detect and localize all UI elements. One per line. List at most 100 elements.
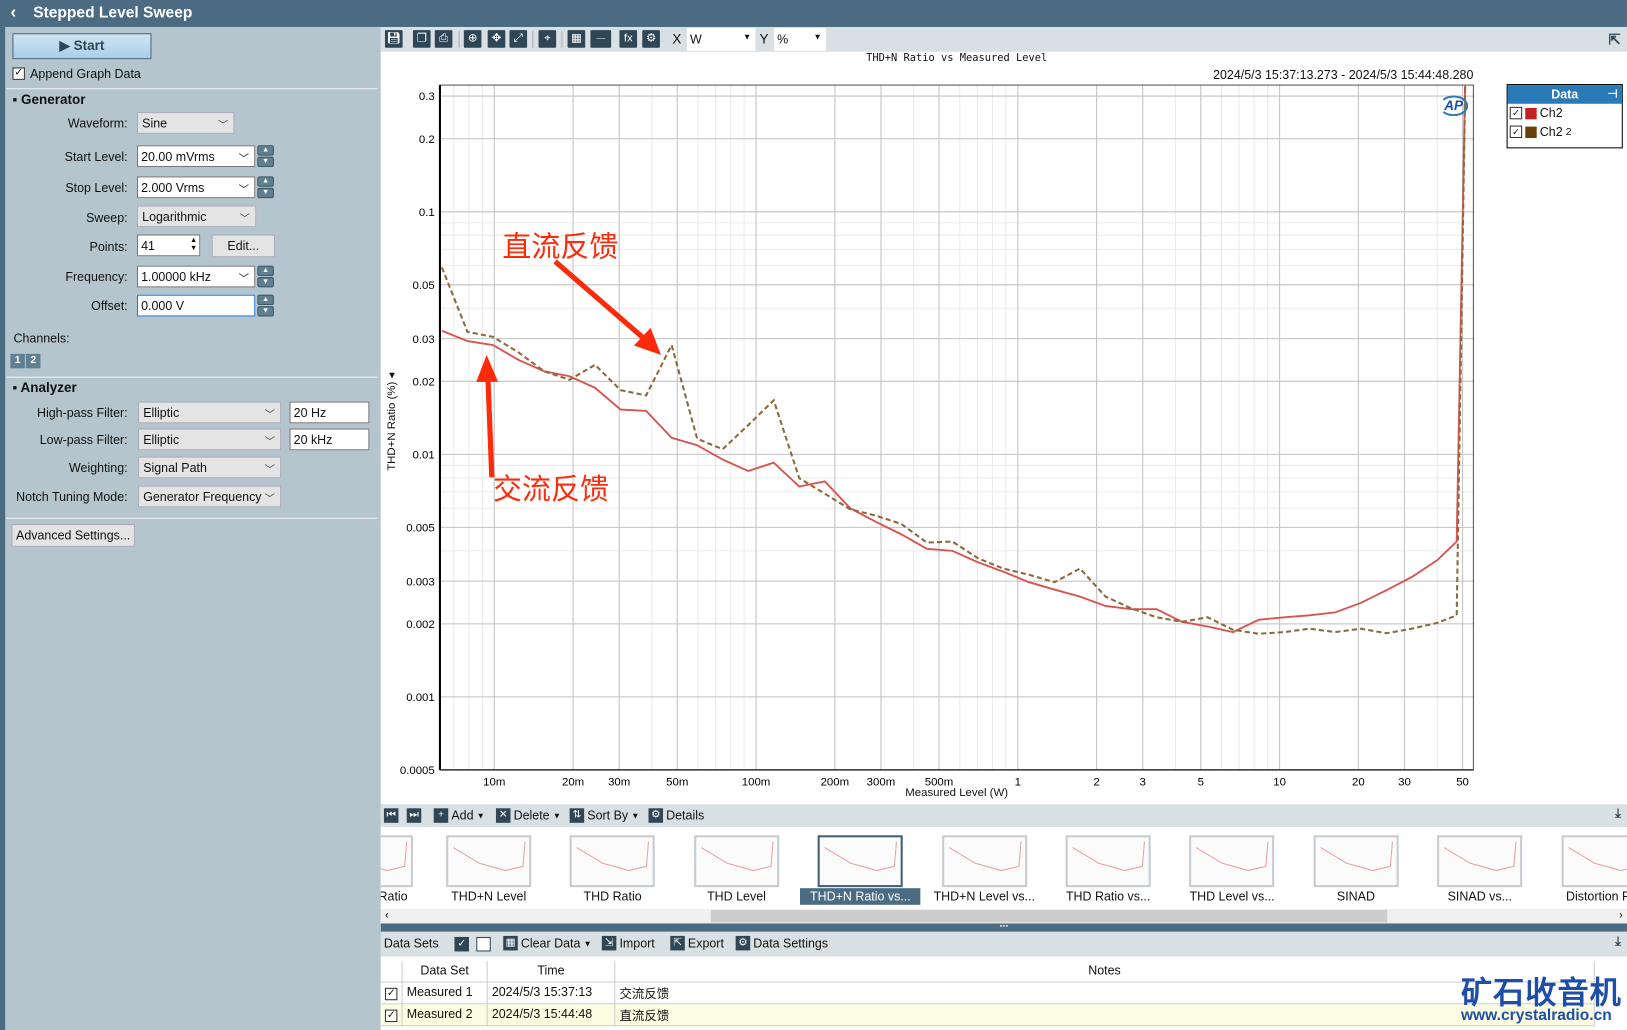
- thumbnail-preview: [1320, 841, 1393, 872]
- back-icon[interactable]: ‹: [10, 2, 16, 23]
- data-settings-button[interactable]: ⚙ Data Settings: [735, 935, 828, 951]
- uncheck-all-icon[interactable]: [476, 936, 491, 952]
- delete-button[interactable]: ✕ Delete ▼: [495, 808, 561, 823]
- analyzer-header: ▪ Analyzer: [12, 379, 77, 396]
- thd-n-chart[interactable]: 10m 20m 30m 50m 100m 200m 300m 500m 1 2 3 5 10 20 30 50…: [381, 52, 1533, 804]
- thumbnail[interactable]: [1437, 835, 1523, 888]
- legend: Data ⊣ ✓ Ch2 ✓ Ch2 2: [1506, 84, 1623, 149]
- column-header-notes[interactable]: Notes: [615, 960, 1595, 983]
- scroll-thumb[interactable]: [710, 909, 1388, 923]
- x-tick-label: 50m: [666, 776, 688, 788]
- x-tick-label: 3: [1140, 776, 1146, 788]
- thumbnail-label[interactable]: SINAD: [1296, 888, 1416, 905]
- high-pass-frequency-input[interactable]: 20 Hz: [289, 401, 370, 424]
- thumbnail-label[interactable]: THD Ratio vs...: [1048, 888, 1168, 905]
- save-icon[interactable]: 💾︎: [384, 30, 403, 48]
- thumbnail-label[interactable]: THD+N Ratio vs...: [800, 888, 921, 905]
- frequency-input[interactable]: 1.00000 kHz ﹀: [136, 265, 256, 288]
- channel-1-button[interactable]: 1: [10, 353, 25, 369]
- y-unit-select[interactable]: % ▼: [774, 28, 826, 51]
- gear-icon[interactable]: ⚙: [642, 30, 660, 48]
- cursor-icon[interactable]: ⌖: [538, 30, 557, 48]
- channel-2-button[interactable]: 2: [25, 353, 41, 369]
- thumbnail[interactable]: [1065, 835, 1151, 888]
- sweep-select[interactable]: Logarithmic ﹀: [136, 205, 257, 228]
- start-level-input[interactable]: 20.00 mVrms ﹀: [136, 145, 256, 168]
- row-checkbox[interactable]: ✓: [384, 987, 398, 1001]
- sort-by-button[interactable]: ⇅ Sort By ▼: [569, 808, 639, 823]
- row-notes[interactable]: 交流反馈: [615, 982, 1595, 1005]
- thumbnail-label[interactable]: THD Ratio: [552, 888, 672, 905]
- weighting-select[interactable]: Signal Path ﹀: [138, 456, 282, 479]
- function-icon[interactable]: fx: [619, 30, 638, 48]
- x-unit-select[interactable]: W ▼: [686, 28, 756, 51]
- thumbnail[interactable]: [1313, 835, 1399, 888]
- zoom-icon[interactable]: ⊕: [463, 30, 482, 48]
- fit-icon[interactable]: ⤢: [509, 30, 528, 48]
- thumbnail-label[interactable]: THD+N Level: [429, 888, 549, 905]
- low-pass-select[interactable]: Elliptic ﹀: [138, 428, 282, 451]
- stop-level-input[interactable]: 2.000 Vrms ﹀: [136, 176, 256, 199]
- graph-style-icon[interactable]: ⏤: [590, 30, 612, 48]
- thumbnail-label[interactable]: THD Level: [676, 888, 796, 905]
- thumbnail-label[interactable]: SINAD vs...: [1420, 888, 1540, 905]
- legend-item[interactable]: ✓ Ch2 2: [1508, 122, 1622, 141]
- thumbnail-label[interactable]: THD+N Ratio: [381, 888, 431, 905]
- offset-stepper[interactable]: ▲ ▼: [257, 294, 274, 318]
- pin-icon[interactable]: ⊣: [1608, 85, 1618, 104]
- column-header-time[interactable]: Time: [488, 960, 616, 983]
- start-button[interactable]: ▶ Start: [12, 33, 152, 60]
- notch-tuning-select[interactable]: Generator Frequency ﹀: [138, 485, 282, 508]
- row-checkbox[interactable]: ✓: [384, 1009, 398, 1023]
- start-level-stepper[interactable]: ▲ ▼: [257, 145, 274, 168]
- export-button[interactable]: ⇱ Export: [670, 935, 724, 951]
- row-notes[interactable]: 直流反馈: [615, 1004, 1595, 1027]
- high-pass-select[interactable]: Elliptic ﹀: [138, 401, 282, 424]
- thumbnail[interactable]: [817, 835, 903, 888]
- offset-input[interactable]: 0.000 V: [136, 294, 256, 317]
- first-icon[interactable]: ⏮: [383, 808, 399, 823]
- clear-data-button[interactable]: ▦ Clear Data ▼: [503, 935, 592, 951]
- thumbnail[interactable]: [570, 835, 656, 888]
- thumbnail-label[interactable]: THD Level vs...: [1172, 888, 1292, 905]
- table-row[interactable]: ✓ Measured 1 2024/5/3 15:37:13 交流反馈: [380, 982, 1595, 1005]
- dock-icon[interactable]: ⤓: [1615, 934, 1621, 950]
- gear-icon: ⚙: [648, 808, 664, 823]
- last-icon[interactable]: ⏭: [406, 808, 422, 823]
- splitter[interactable]: •••: [380, 922, 1627, 932]
- print-icon[interactable]: ⎙: [434, 30, 453, 48]
- dock-icon[interactable]: ⤓: [1615, 806, 1621, 822]
- thumbnail[interactable]: [1189, 835, 1275, 888]
- table-row[interactable]: ✓ Measured 2 2024/5/3 15:44:48 直流反馈: [380, 1004, 1595, 1027]
- low-pass-frequency-input[interactable]: 20 kHz: [289, 428, 370, 451]
- plus-icon: +: [433, 808, 449, 823]
- thumbnail[interactable]: [1561, 835, 1627, 888]
- legend-item[interactable]: ✓ Ch2: [1508, 104, 1622, 123]
- y-tick-label: 0.2: [419, 134, 435, 146]
- points-input[interactable]: 41 ▲ ▼: [136, 234, 201, 257]
- advanced-settings-button[interactable]: Advanced Settings...: [11, 523, 135, 547]
- thumbnail[interactable]: [446, 835, 532, 888]
- popout-icon[interactable]: ⇱: [1609, 31, 1621, 49]
- check-all-icon[interactable]: ✓: [454, 936, 469, 952]
- copy-icon[interactable]: ❐: [412, 30, 431, 48]
- datasets-table: Data Set Time Notes ✓ Measured 1 2024/5/…: [380, 956, 1627, 1030]
- edit-points-button[interactable]: Edit...: [211, 234, 275, 258]
- table-icon[interactable]: ▦: [567, 30, 586, 48]
- thumbnail[interactable]: [380, 835, 413, 888]
- append-graph-data-checkbox[interactable]: ✓ Append Graph Data: [12, 66, 141, 81]
- waveform-select[interactable]: Sine ﹀: [136, 112, 235, 134]
- pan-icon[interactable]: ✥: [487, 30, 506, 48]
- thumbnail[interactable]: [693, 835, 780, 888]
- column-header-data-set[interactable]: Data Set: [403, 960, 488, 983]
- thumbnail-label[interactable]: Distortion Pro: [1544, 888, 1627, 905]
- import-button[interactable]: ⇲ Import: [601, 935, 655, 951]
- details-button[interactable]: ⚙ Details: [648, 808, 704, 823]
- frequency-stepper[interactable]: ▲ ▼: [257, 265, 274, 289]
- divider: [6, 88, 378, 90]
- add-button[interactable]: + Add ▼: [433, 808, 485, 823]
- stop-level-stepper[interactable]: ▲ ▼: [257, 176, 274, 199]
- y-tick-label: 0.005: [406, 523, 435, 535]
- thumbnail-label[interactable]: THD+N Level vs...: [924, 888, 1044, 905]
- thumbnail[interactable]: [941, 835, 1027, 888]
